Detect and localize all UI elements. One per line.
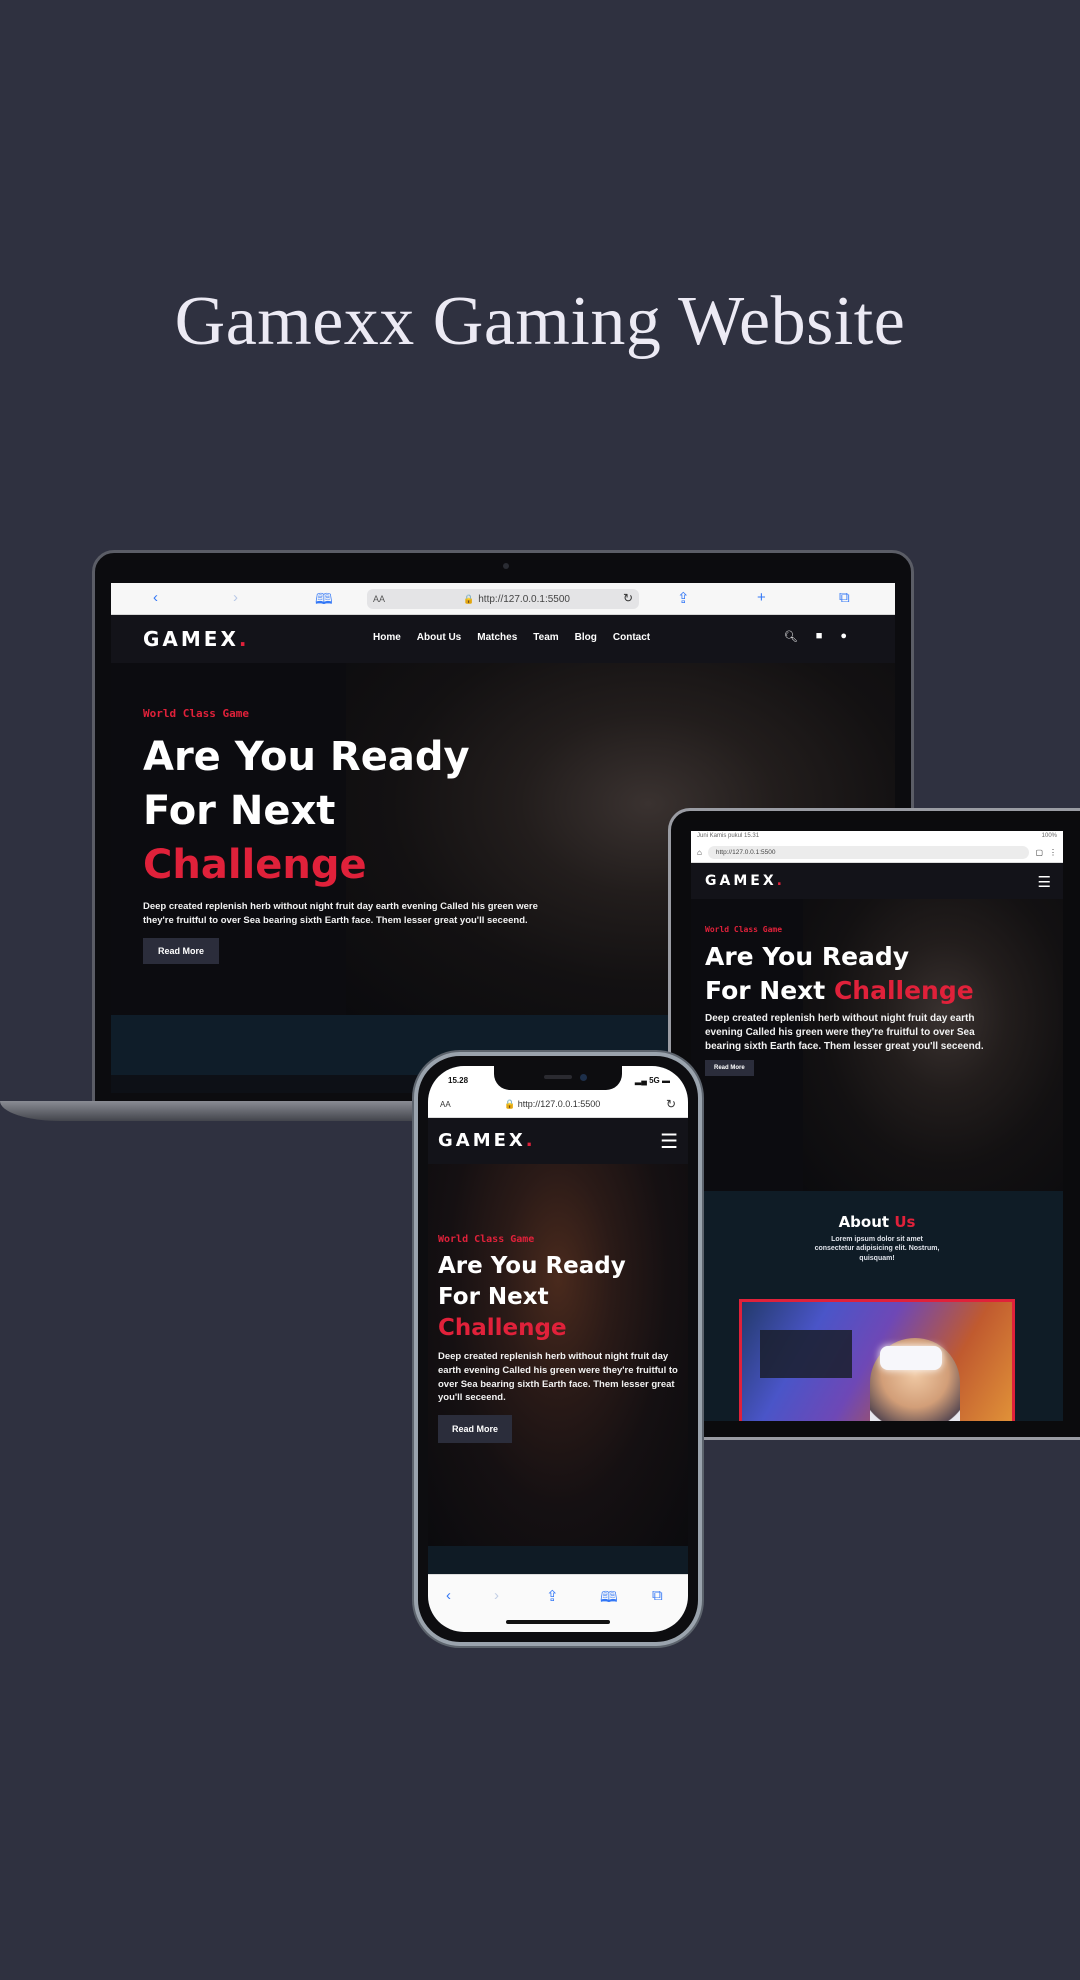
- nav-item-team[interactable]: Team: [533, 632, 558, 643]
- page-title: Gamexx Gaming Website: [174, 283, 906, 360]
- vr-headset: [880, 1346, 942, 1371]
- forward-icon[interactable]: ›: [494, 1587, 499, 1604]
- front-camera: [580, 1074, 587, 1081]
- forward-icon[interactable]: ›: [233, 589, 238, 606]
- more-menu-icon[interactable]: ⋮: [1049, 848, 1057, 857]
- neon-sign: [760, 1330, 852, 1379]
- back-icon[interactable]: ‹: [153, 589, 158, 606]
- about-title: About Us: [838, 1213, 916, 1231]
- read-more-button[interactable]: Read More: [705, 1059, 754, 1076]
- tabs-icon[interactable]: ▢: [1035, 848, 1043, 857]
- nav-item-contact[interactable]: Contact: [613, 632, 650, 643]
- hero-headline: Are You Ready For Next Challenge: [705, 942, 974, 1005]
- tablet-browser-bar: ⌂ http://127.0.0.1:5500 ▢ ⋮: [691, 843, 1063, 863]
- tabs-icon[interactable]: ⧉: [652, 1587, 663, 1604]
- status-signal: ▂▄ 5G ▬: [635, 1076, 670, 1085]
- hero-headline: Are You Ready For Next Challenge: [438, 1253, 626, 1342]
- browser-toolbar: ‹ › 🕮 AA 🔒 http://127.0.0.1:5500 ↻ ⇪ + ⧉: [111, 583, 895, 615]
- url-text: 🔒 http://127.0.0.1:5500: [504, 1099, 601, 1109]
- cart-icon[interactable]: ■: [816, 630, 823, 643]
- tablet-address-bar[interactable]: http://127.0.0.1:5500: [707, 846, 1030, 859]
- hero-section: World Class Game Are You Ready For Next …: [691, 899, 1063, 1191]
- speaker: [544, 1075, 572, 1079]
- phone-mockup: 15.28 ▂▄ 5G ▬ AA 🔒 http://127.0.0.1:5500…: [414, 1052, 702, 1646]
- reader-aa-button[interactable]: AA: [373, 594, 385, 604]
- tabs-icon[interactable]: ⧉: [839, 589, 850, 606]
- lock-icon: 🔒: [463, 593, 475, 604]
- hero-section: World Class Game Are You Ready For Next …: [428, 1164, 688, 1546]
- site-logo[interactable]: GAMEX.: [705, 873, 785, 889]
- about-section: About Us Lorem ipsum dolor sit amet cons…: [691, 1191, 1063, 1421]
- address-bar[interactable]: AA 🔒 http://127.0.0.1:5500 ↻: [367, 589, 639, 609]
- back-icon[interactable]: ‹: [446, 1587, 451, 1604]
- laptop-camera: [503, 563, 509, 569]
- home-indicator: [506, 1620, 610, 1624]
- nav-item-about[interactable]: About Us: [417, 632, 461, 643]
- hero-kicker: World Class Game: [705, 925, 783, 934]
- share-icon[interactable]: ⇪: [677, 589, 690, 607]
- phone-notch: [494, 1066, 622, 1090]
- read-more-button[interactable]: Read More: [438, 1415, 513, 1444]
- tablet-screen: Juni Kamis pukul 15.31 100% ⌂ http://127.…: [691, 831, 1063, 1421]
- site-logo[interactable]: GAMEX.: [438, 1130, 536, 1151]
- hero-description: Deep created replenish herb without nigh…: [705, 1012, 984, 1052]
- phone-screen: 15.28 ▂▄ 5G ▬ AA 🔒 http://127.0.0.1:5500…: [428, 1066, 688, 1632]
- hero-headline: Are You Ready For Next Challenge: [143, 734, 470, 888]
- read-more-button[interactable]: Read More: [143, 937, 220, 964]
- hamburger-menu-icon[interactable]: ☰: [1038, 873, 1051, 891]
- reload-icon[interactable]: ↻: [623, 591, 633, 605]
- hero-description: Deep created replenish herb without nigh…: [438, 1351, 678, 1404]
- status-time: 15.28: [448, 1076, 469, 1085]
- hero-kicker: World Class Game: [143, 707, 249, 720]
- bookmarks-icon[interactable]: 🕮: [315, 589, 333, 614]
- nav-icons: 🔍︎ ■ ●: [784, 630, 847, 643]
- site-navbar: GAMEX. ☰: [428, 1118, 688, 1164]
- home-icon[interactable]: ⌂: [697, 848, 702, 857]
- battery-level: 100%: [1041, 833, 1057, 839]
- hero-content: World Class Game Are You Ready For Next …: [438, 1234, 678, 1444]
- nav-item-home[interactable]: Home: [373, 632, 401, 643]
- nav-item-matches[interactable]: Matches: [477, 632, 517, 643]
- phone-browser-toolbar: ‹ › ⇪ 🕮 ⧉: [428, 1574, 688, 1632]
- user-icon[interactable]: ●: [840, 630, 847, 643]
- hero-content: World Class Game Are You Ready For Next …: [143, 707, 543, 964]
- search-icon[interactable]: 🔍︎: [784, 630, 798, 643]
- reload-icon[interactable]: ↻: [666, 1097, 676, 1111]
- hero-description: Deep created replenish herb without nigh…: [143, 901, 538, 926]
- new-tab-icon[interactable]: +: [757, 589, 766, 606]
- reader-aa-button[interactable]: AA: [440, 1100, 451, 1109]
- tablet-status-bar: Juni Kamis pukul 15.31 100%: [691, 831, 1063, 843]
- phone-address-bar[interactable]: AA 🔒 http://127.0.0.1:5500 ↻: [428, 1092, 688, 1118]
- site-navbar: GAMEX. ☰: [691, 863, 1063, 899]
- site-logo[interactable]: GAMEX.: [143, 627, 250, 651]
- tablet-mockup: Juni Kamis pukul 15.31 100% ⌂ http://127.…: [668, 808, 1080, 1440]
- about-image: [739, 1299, 1015, 1421]
- hero-content: World Class Game Are You Ready For Next …: [705, 925, 1005, 1076]
- hamburger-menu-icon[interactable]: ☰: [660, 1129, 678, 1154]
- share-icon[interactable]: ⇪: [546, 1587, 559, 1605]
- bookmarks-icon[interactable]: 🕮: [600, 1587, 618, 1612]
- nav-item-blog[interactable]: Blog: [575, 632, 597, 643]
- nav-menu: Home About Us Matches Team Blog Contact: [373, 632, 650, 643]
- url-text: http://127.0.0.1:5500: [478, 593, 570, 605]
- site-navbar: GAMEX. Home About Us Matches Team Blog C…: [111, 615, 895, 663]
- hero-kicker: World Class Game: [438, 1234, 535, 1245]
- about-text: Lorem ipsum dolor sit amet consectetur a…: [814, 1236, 940, 1262]
